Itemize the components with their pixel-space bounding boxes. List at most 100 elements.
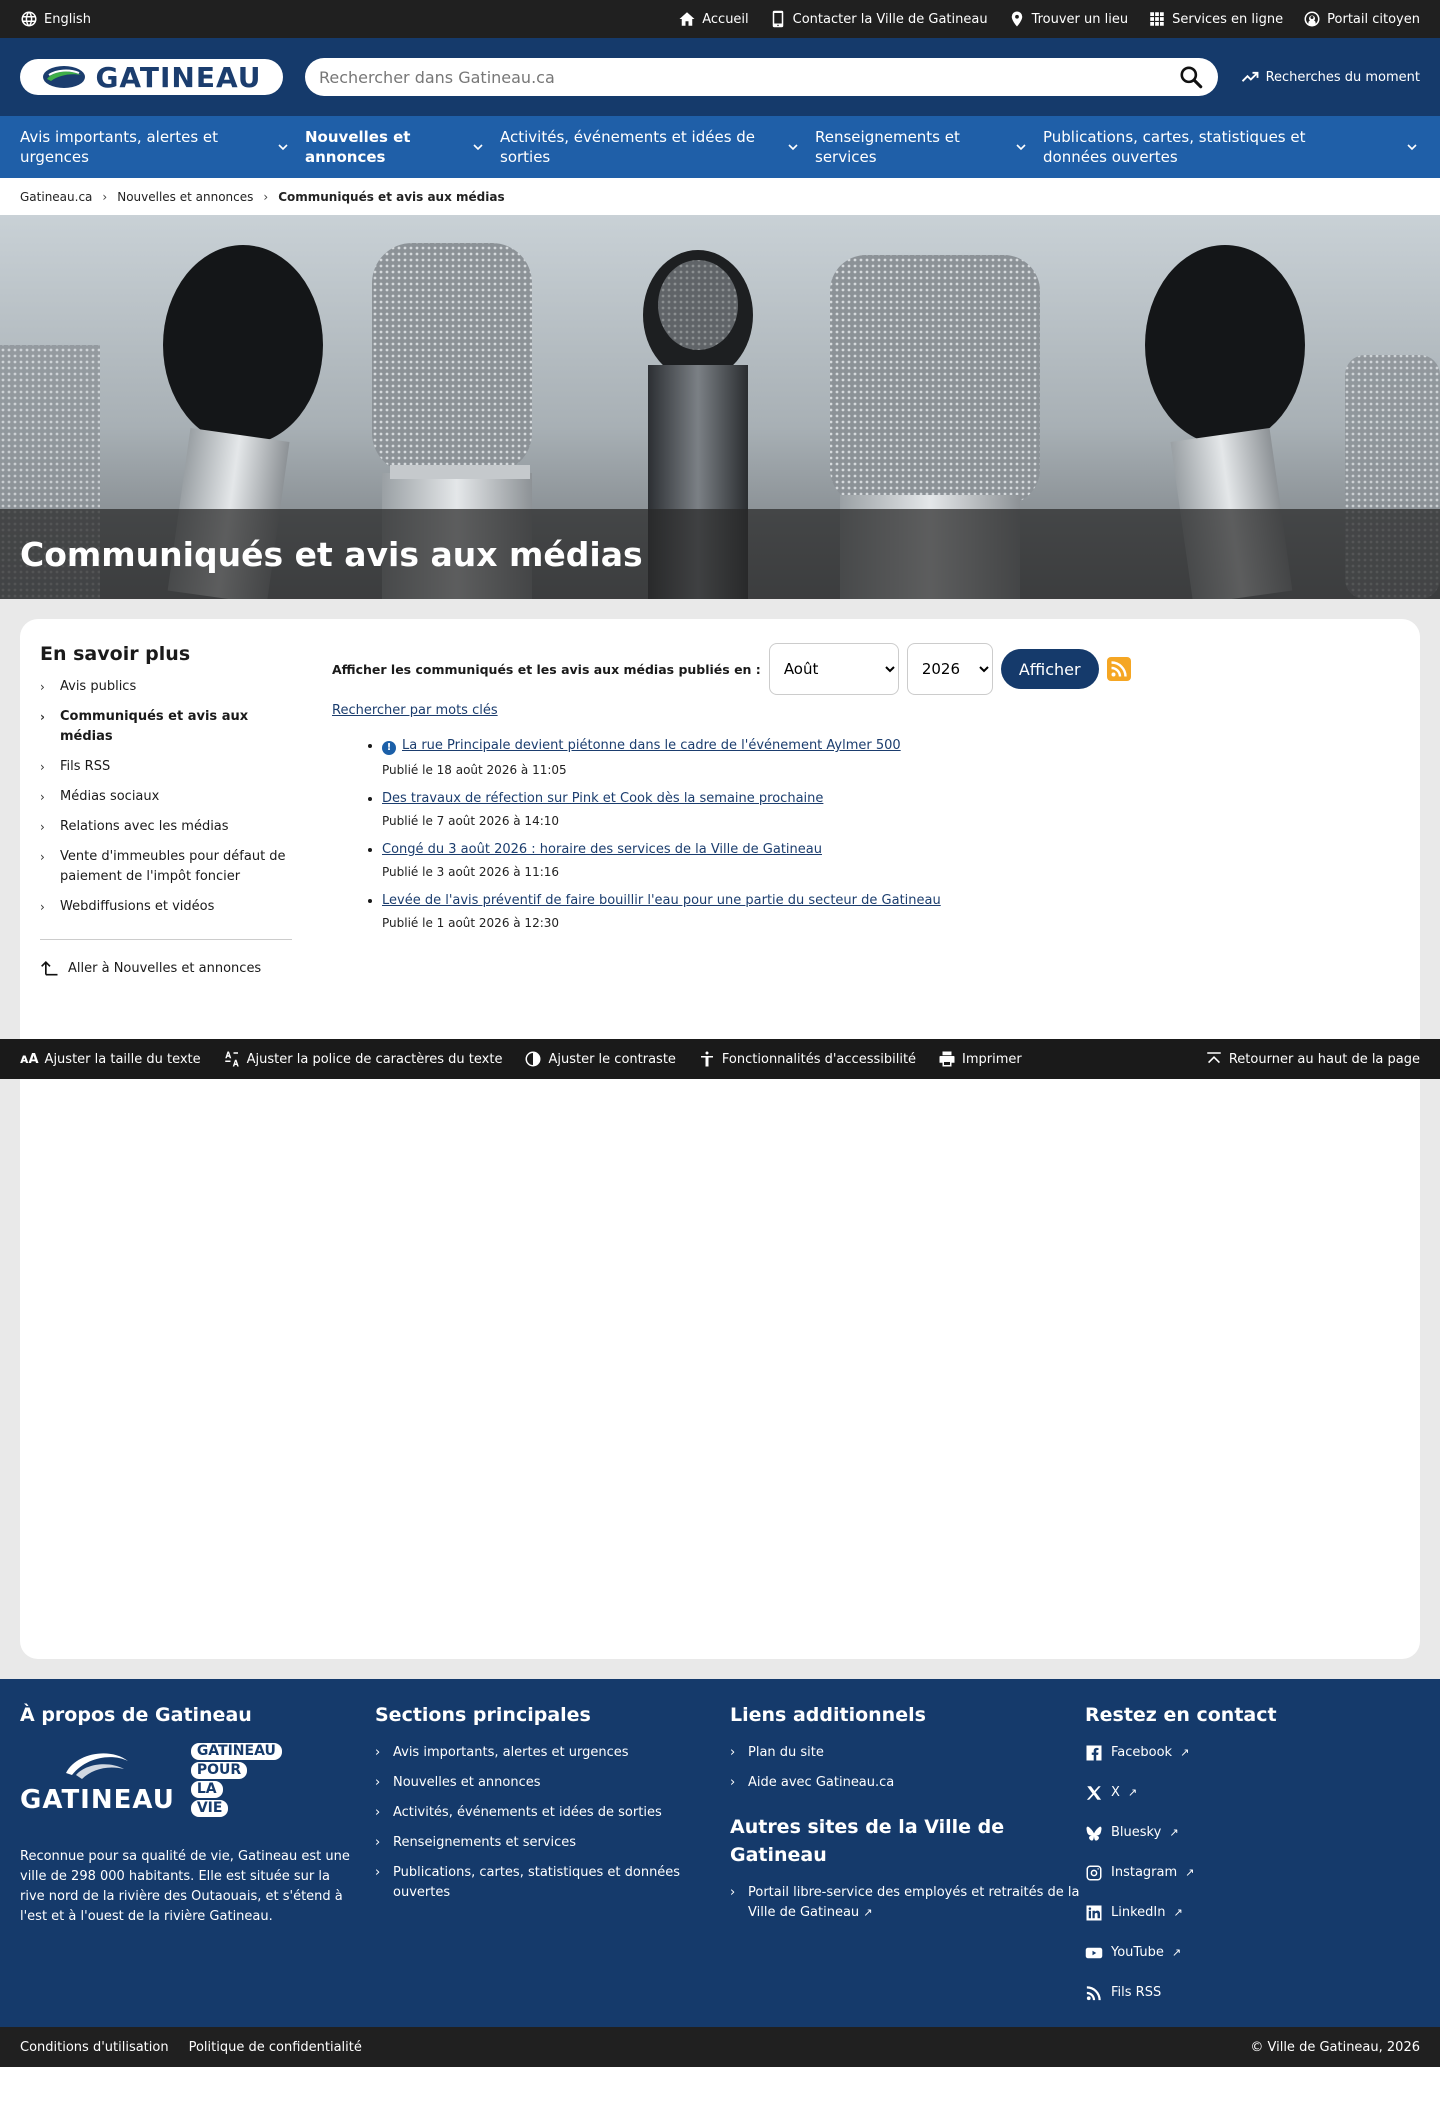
sidebar-item-property-sales[interactable]: › Vente d'immeubles pour défaut de paieme… — [40, 847, 292, 887]
chevron-right-icon: › — [375, 1805, 381, 1820]
list-item: ! La rue Principale devient piétonne dans… — [382, 738, 1400, 777]
print-button[interactable]: Imprimer — [938, 1050, 1022, 1068]
sidebar-item-label: Relations avec les médias — [60, 819, 229, 834]
footer-link[interactable]: › Activités, événements et idées de sorti… — [375, 1803, 730, 1823]
logo-text: GATINEAU — [95, 60, 262, 94]
slogan-line: POUR — [190, 1762, 248, 1779]
social-link-linkedin[interactable]: LinkedIn ↗ — [1085, 1903, 1420, 1923]
slogan-line: GATINEAU — [190, 1743, 282, 1760]
sidebar-title: En savoir plus — [40, 643, 191, 665]
font-button[interactable]: Ajuster la police de caractères du texte — [223, 1050, 503, 1068]
chevron-right-icon: › — [40, 680, 45, 694]
external-link-icon: ↗ — [1173, 1906, 1183, 1919]
footer-link[interactable]: › Avis importants, alertes et urgences — [375, 1743, 730, 1763]
news-link[interactable]: Congé du 3 août 2026 : horaire des servi… — [382, 842, 822, 857]
a11y-label: Ajuster la police de caractères du texte — [246, 1051, 503, 1067]
util-link-find-place[interactable]: Trouver un lieu — [1008, 10, 1128, 28]
filter-label: Afficher les communiqués et les avis aux… — [332, 661, 761, 677]
social-link-youtube[interactable]: YouTube ↗ — [1085, 1943, 1420, 1963]
external-link-icon: ↗ — [1185, 1866, 1195, 1879]
social-label: Bluesky — [1111, 1825, 1162, 1840]
social-link-rss[interactable]: Fils RSS — [1085, 1983, 1420, 2003]
util-link-home[interactable]: Accueil — [678, 10, 749, 28]
sidebar-item-social-media[interactable]: › Médias sociaux — [40, 787, 292, 807]
month-select[interactable]: Août — [768, 643, 899, 695]
chevron-right-icon: › — [375, 1775, 381, 1790]
footer-link[interactable]: › Aide avec Gatineau.ca — [730, 1773, 1085, 1793]
breadcrumb-separator: › — [102, 189, 108, 204]
search-bar[interactable] — [305, 58, 1218, 96]
nav-item-label: Renseignements et services — [815, 128, 960, 166]
news-link[interactable]: La rue Principale devient piétonne dans … — [402, 738, 901, 753]
nav-item-news[interactable]: Nouvelles et annonces — [305, 116, 500, 178]
year-select[interactable]: 2026 — [906, 643, 993, 695]
rss-icon — [1086, 1986, 1101, 2001]
sidebar-item-media-relations[interactable]: › Relations avec les médias — [40, 817, 292, 837]
accessibility-features-button[interactable]: Fonctionnalités d'accessibilité — [698, 1050, 916, 1068]
social-label: LinkedIn — [1111, 1905, 1166, 1920]
language-toggle[interactable]: English — [20, 10, 91, 28]
util-link-label: Accueil — [702, 11, 749, 27]
footer-link[interactable]: › Plan du site — [730, 1743, 1085, 1763]
instagram-icon — [1086, 1865, 1102, 1881]
sidebar-list: › Avis publics › Communiqués et avis aux m… — [40, 677, 292, 940]
news-link[interactable]: Levée de l'avis préventif de faire bouil… — [382, 893, 941, 908]
util-link-label: Portail citoyen — [1327, 11, 1420, 27]
chevron-down-icon — [788, 144, 798, 151]
bottom-bar: Conditions d'utilisation Politique de co… — [0, 2027, 1440, 2067]
breadcrumb-link-home[interactable]: Gatineau.ca — [20, 190, 92, 204]
social-link-x[interactable]: X ↗ — [1085, 1783, 1420, 1803]
sidebar-item-rss[interactable]: › Fils RSS — [40, 757, 292, 777]
chevron-right-icon: › — [730, 1775, 736, 1790]
chevron-right-icon: › — [375, 1745, 381, 1760]
search-input[interactable] — [319, 67, 1178, 87]
contrast-button[interactable]: Ajuster le contraste — [524, 1050, 676, 1068]
nav-item-activities[interactable]: Activités, événements et idées de sortie… — [500, 116, 815, 178]
social-link-instagram[interactable]: Instagram ↗ — [1085, 1863, 1420, 1883]
footer-link[interactable]: › Portail libre-service des employés et r… — [730, 1883, 1085, 1923]
slogan: GATINEAU POUR LA VIE — [190, 1743, 282, 1817]
text-size-button[interactable]: ᴀA Ajuster la taille du texte — [20, 1050, 201, 1068]
privacy-link[interactable]: Politique de confidentialité — [189, 2040, 362, 2055]
show-button[interactable]: Afficher — [1000, 649, 1099, 689]
sidebar-item-press-releases[interactable]: › Communiqués et avis aux médias — [40, 707, 292, 747]
gatineau-logo[interactable]: GATINEAU — [20, 59, 283, 95]
nav-item-services[interactable]: Renseignements et services — [815, 116, 1043, 178]
a11y-label: Ajuster le contraste — [548, 1051, 676, 1067]
news-date: Publié le 3 août 2026 à 11:16 — [382, 865, 560, 879]
search-icon[interactable] — [1178, 64, 1204, 90]
sidebar-item-webcasts[interactable]: › Webdiffusions et vidéos — [40, 897, 292, 917]
slogan-line: VIE — [190, 1800, 229, 1817]
social-link-bluesky[interactable]: Bluesky ↗ — [1085, 1823, 1420, 1843]
copyright: © Ville de Gatineau, 2026 — [1250, 2039, 1420, 2055]
trending-searches-link[interactable]: Recherches du moment — [1240, 67, 1420, 87]
footer-link[interactable]: › Publications, cartes, statistiques et d… — [375, 1863, 730, 1903]
util-link-online-services[interactable]: Services en ligne — [1148, 10, 1283, 28]
user-circle-icon — [1304, 11, 1320, 27]
util-link-citizen-portal[interactable]: Portail citoyen — [1303, 10, 1420, 28]
back-to-news-link[interactable]: Aller à Nouvelles et annonces — [40, 958, 292, 978]
trending-up-icon — [1241, 71, 1258, 82]
keyword-search-link[interactable]: Rechercher par mots clés — [332, 703, 1400, 718]
text-size-icon: ᴀA — [20, 1051, 39, 1067]
terms-link[interactable]: Conditions d'utilisation — [20, 2040, 169, 2055]
gatineau-swoosh-icon — [43, 66, 86, 88]
chevron-right-icon: › — [40, 790, 45, 804]
youtube-icon — [1085, 1947, 1103, 1959]
back-to-top-button[interactable]: Retourner au haut de la page — [1205, 1050, 1420, 1068]
news-link[interactable]: Des travaux de réfection sur Pink et Coo… — [382, 791, 823, 806]
footer-link-label: Plan du site — [748, 1745, 824, 1760]
social-link-facebook[interactable]: Facebook ↗ — [1085, 1743, 1420, 1763]
footer-logo-text: GATINEAU — [20, 1785, 175, 1815]
footer-link[interactable]: › Renseignements et services — [375, 1833, 730, 1853]
sidebar-item-public-notices[interactable]: › Avis publics — [40, 677, 292, 697]
util-link-contact[interactable]: Contacter la Ville de Gatineau — [769, 10, 988, 28]
footer-link[interactable]: › Nouvelles et annonces — [375, 1773, 730, 1793]
nav-item-publications[interactable]: Publications, cartes, statistiques et do… — [1043, 116, 1420, 178]
news-list: ! La rue Principale devient piétonne dans… — [382, 738, 1400, 930]
rss-icon[interactable] — [1106, 657, 1131, 681]
breadcrumb-link-news[interactable]: Nouvelles et annonces — [117, 190, 253, 204]
nav-item-alerts[interactable]: Avis importants, alertes et urgences — [20, 116, 305, 178]
footer-link-label: Renseignements et services — [393, 1835, 577, 1850]
news-content: Afficher les communiqués et les avis aux… — [332, 643, 1400, 1635]
